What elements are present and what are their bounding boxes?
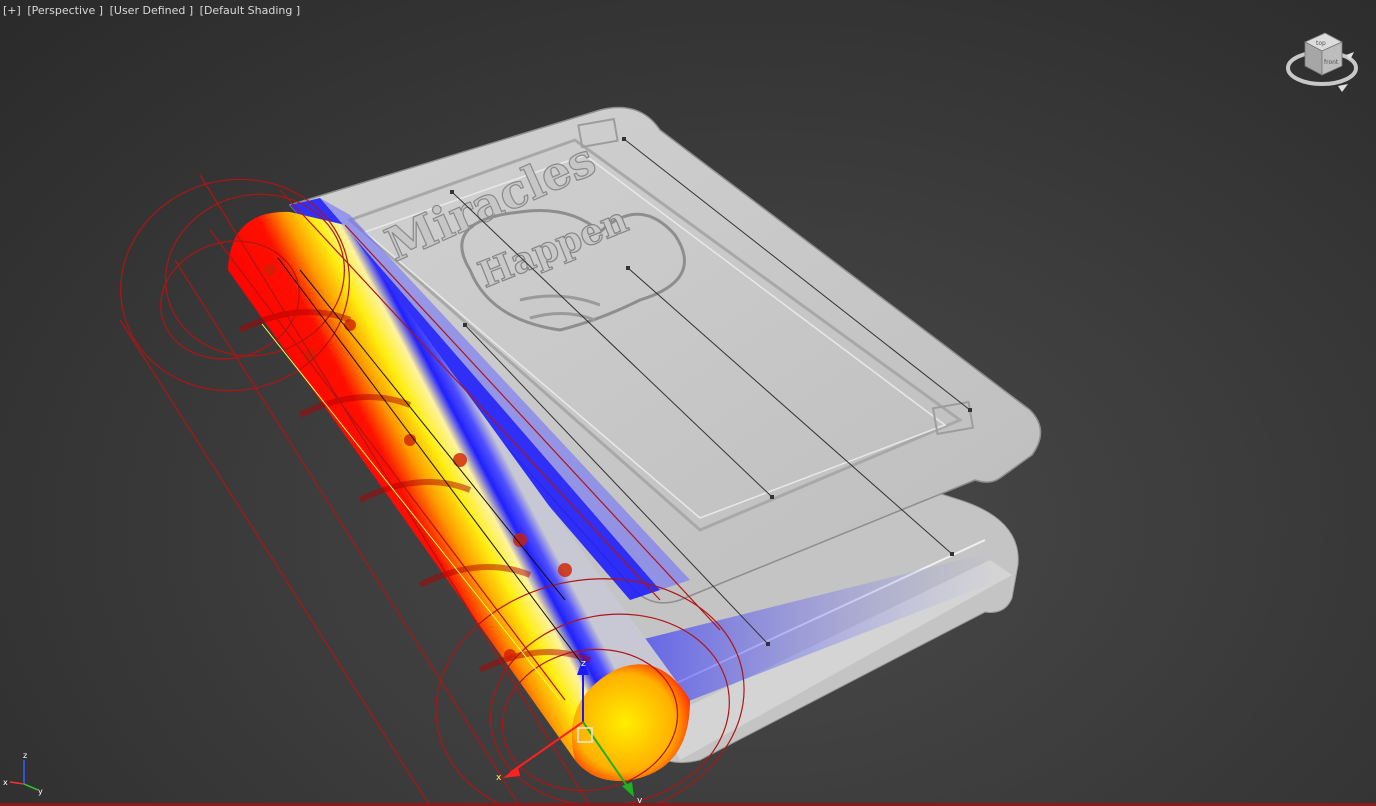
viewport-shading-label[interactable]: [Default Shading ]: [200, 4, 300, 17]
viewport-display-label[interactable]: [User Defined ]: [110, 4, 194, 17]
gizmo-z-label: z: [581, 659, 586, 669]
tripod-z-label: z: [23, 751, 27, 760]
tripod-y-label: y: [38, 787, 43, 796]
view-cube-front-label: front: [1324, 59, 1339, 66]
view-cube-top-label: top: [1316, 40, 1326, 47]
view-cube[interactable]: top front: [1286, 32, 1358, 92]
perspective-viewport[interactable]: Miracles Happen z x y z x y top front: [0, 0, 1376, 806]
viewport-menu-label[interactable]: [+]: [3, 4, 21, 17]
axis-tripod: z x y: [3, 751, 43, 796]
tripod-x-label: x: [3, 778, 8, 787]
viewport-view-label[interactable]: [Perspective ]: [27, 4, 103, 17]
viewport-label-bar: [+] [Perspective ] [User Defined ] [Defa…: [3, 4, 303, 17]
gizmo-x-label: x: [496, 773, 502, 783]
